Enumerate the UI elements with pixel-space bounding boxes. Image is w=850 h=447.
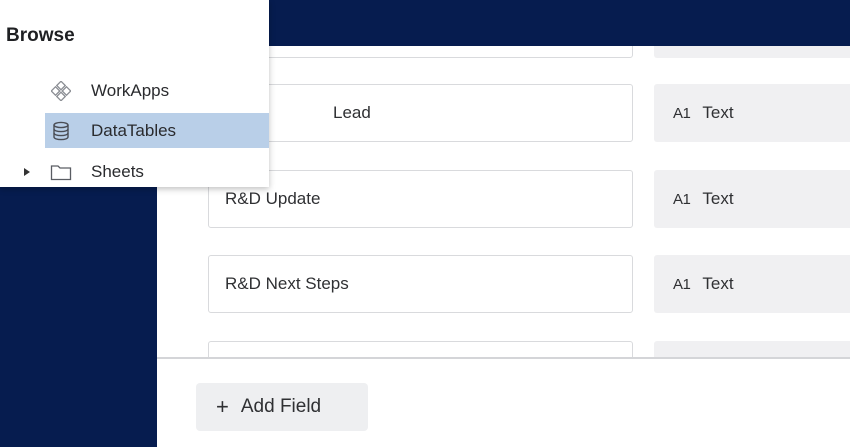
tree-item-label: Sheets	[91, 161, 144, 181]
field-name-input[interactable]: R&D Next Steps	[208, 255, 633, 313]
browse-panel: Browse WorkApps DataTables Sheets	[0, 0, 269, 187]
add-field-label: Add Field	[240, 396, 322, 417]
field-row: R&D Next Steps A1 Text	[157, 255, 850, 317]
tree-item-sheets[interactable]: Sheets	[45, 154, 269, 189]
tree-item-label: DataTables	[91, 120, 177, 140]
database-icon	[50, 120, 72, 142]
field-name-text: Lead	[333, 103, 371, 122]
expand-caret-icon[interactable]	[24, 168, 30, 176]
tree-item-label: WorkApps	[91, 80, 170, 100]
tree-item-datatables[interactable]: DataTables	[45, 113, 269, 148]
field-type-select[interactable]	[654, 46, 850, 58]
add-field-button[interactable]: + Add Field	[196, 383, 368, 431]
text-type-icon: A1	[673, 104, 691, 122]
field-type-label: Text	[702, 189, 734, 208]
field-type-select[interactable]: A1 Text	[654, 255, 850, 313]
field-type-label: Text	[702, 274, 734, 293]
field-name-input[interactable]: R&D Update	[208, 170, 633, 228]
field-type-label: Text	[702, 103, 734, 122]
text-type-icon: A1	[673, 275, 691, 293]
browse-title: Browse	[6, 25, 75, 46]
field-type-select[interactable]: A1 Text	[654, 170, 850, 228]
tree-item-workapps[interactable]: WorkApps	[45, 73, 269, 108]
field-type-select[interactable]: A1 Text	[654, 84, 850, 142]
field-name-input[interactable]: Lead	[208, 84, 633, 142]
field-name-text: R&D Update	[225, 189, 321, 208]
folder-icon	[50, 161, 72, 183]
field-name-text: R&D Next Steps	[225, 274, 349, 293]
text-type-icon: A1	[673, 190, 691, 208]
workapps-icon	[50, 80, 72, 102]
fields-footer: + Add Field	[157, 357, 850, 447]
plus-icon: +	[216, 394, 229, 419]
field-name-input[interactable]	[208, 46, 633, 58]
